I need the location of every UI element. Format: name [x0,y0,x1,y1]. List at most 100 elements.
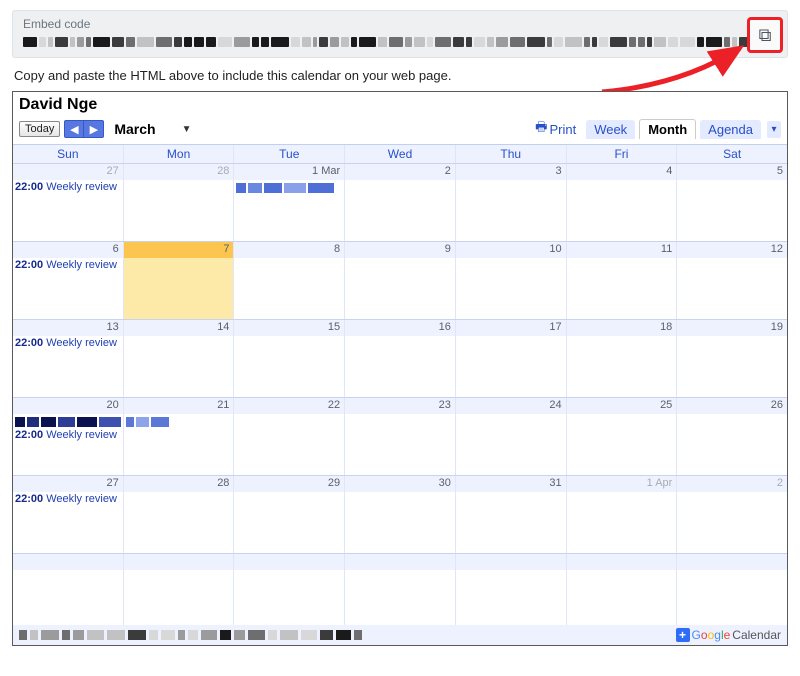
month-dropdown-icon[interactable]: ▼ [182,124,192,135]
day-cell[interactable]: 30 [345,476,456,553]
day-cell[interactable]: 31 [456,476,567,553]
day-cell[interactable]: 26 [677,398,787,475]
day-cell[interactable]: 28 [124,164,235,241]
day-cell[interactable]: 4 [567,164,678,241]
date-label [234,554,344,570]
day-cell[interactable]: 21 [124,398,235,475]
calendar-event[interactable]: 22:00 Weekly review [15,181,121,193]
google-calendar-badge[interactable]: + Google Calendar [676,628,781,642]
date-label: 16 [345,320,455,336]
date-label: 17 [456,320,566,336]
date-label: 15 [234,320,344,336]
date-label [13,554,123,570]
calendar-embed-preview: David Nge Today ◀ ▶ March ▼ 🖶 Print Week… [12,91,788,646]
day-cell[interactable]: 19 [677,320,787,397]
day-header: Sat [677,145,787,163]
day-cell[interactable]: 14 [124,320,235,397]
calendar-toolbar: Today ◀ ▶ March ▼ 🖶 Print Week Month Age… [13,116,787,144]
date-label: 6 [13,242,123,258]
date-label: 11 [567,242,677,258]
day-cell[interactable]: 12 [677,242,787,319]
date-label: 31 [456,476,566,492]
day-cell[interactable]: 1322:00 Weekly review [13,320,124,397]
date-label: 13 [13,320,123,336]
day-header: Mon [124,145,235,163]
date-label: 28 [124,476,234,492]
date-label: 19 [677,320,787,336]
day-cell[interactable]: 622:00 Weekly review [13,242,124,319]
day-cell[interactable]: 15 [234,320,345,397]
plus-icon: + [676,628,690,642]
date-label: 1 Apr [567,476,677,492]
day-cell[interactable]: 5 [677,164,787,241]
date-label: 21 [124,398,234,414]
current-month-label: March [114,121,155,137]
embed-code-content[interactable] [23,35,777,49]
next-month-button[interactable]: ▶ [84,120,104,138]
date-label: 12 [677,242,787,258]
date-label: 4 [567,164,677,180]
date-label: 27 [13,476,123,492]
date-label: 24 [456,398,566,414]
prev-month-button[interactable]: ◀ [64,120,84,138]
day-cell[interactable]: 1 Apr [567,476,678,553]
day-cell[interactable]: 24 [456,398,567,475]
day-cell[interactable]: 22 [234,398,345,475]
day-cell[interactable]: 17 [456,320,567,397]
date-label [345,554,455,570]
day-cell[interactable]: 2 [677,476,787,553]
calendar-title: David Nge [19,96,97,113]
calendar-event[interactable]: 22:00 Weekly review [15,429,121,441]
day-cell[interactable]: 16 [345,320,456,397]
print-button[interactable]: 🖶 Print [535,118,576,140]
day-header: Sun [13,145,124,163]
day-cell[interactable]: 2 [345,164,456,241]
date-label: 14 [124,320,234,336]
day-cell[interactable]: 18 [567,320,678,397]
day-cell[interactable]: 25 [567,398,678,475]
day-cell[interactable]: 11 [567,242,678,319]
date-label: 22 [234,398,344,414]
day-cell[interactable]: 2022:00 Weekly review [13,398,124,475]
day-cell[interactable]: 28 [124,476,235,553]
date-label: 25 [567,398,677,414]
copy-embed-button[interactable]: ⧉ [747,17,783,53]
date-label [677,554,787,570]
tab-agenda[interactable]: Agenda [700,120,761,139]
embed-help-text: Copy and paste the HTML above to include… [14,68,788,83]
calendar-grid: 2722:00 Weekly review281 Mar2345622:00 W… [13,163,787,637]
calendar-event[interactable]: 22:00 Weekly review [15,337,121,349]
date-label: 9 [345,242,455,258]
day-cell[interactable]: 1 Mar [234,164,345,241]
day-header: Thu [456,145,567,163]
day-cell[interactable]: 2722:00 Weekly review [13,164,124,241]
tab-week[interactable]: Week [586,120,635,139]
date-label: 29 [234,476,344,492]
day-header: Fri [567,145,678,163]
today-button[interactable]: Today [19,121,60,137]
day-cell[interactable]: 7 [124,242,235,319]
calendar-event[interactable]: 22:00 Weekly review [15,259,121,271]
day-cell[interactable]: 3 [456,164,567,241]
calendar-event[interactable]: 22:00 Weekly review [15,493,121,505]
allday-event[interactable] [126,416,232,428]
tab-month[interactable]: Month [639,119,696,139]
day-cell[interactable]: 10 [456,242,567,319]
date-label: 30 [345,476,455,492]
view-options-dropdown[interactable]: ▾ [767,121,781,138]
date-label: 2 [345,164,455,180]
embed-code-panel: Embed code ⧉ [12,10,788,58]
day-cell[interactable]: 8 [234,242,345,319]
date-label: 18 [567,320,677,336]
date-label: 5 [677,164,787,180]
date-label: 8 [234,242,344,258]
date-label [456,554,566,570]
day-cell[interactable]: 2722:00 Weekly review [13,476,124,553]
day-cell[interactable]: 23 [345,398,456,475]
day-cell[interactable]: 9 [345,242,456,319]
allday-event[interactable] [236,182,342,194]
date-label [124,554,234,570]
day-header: Tue [234,145,345,163]
day-cell[interactable]: 29 [234,476,345,553]
allday-event[interactable] [15,416,121,428]
